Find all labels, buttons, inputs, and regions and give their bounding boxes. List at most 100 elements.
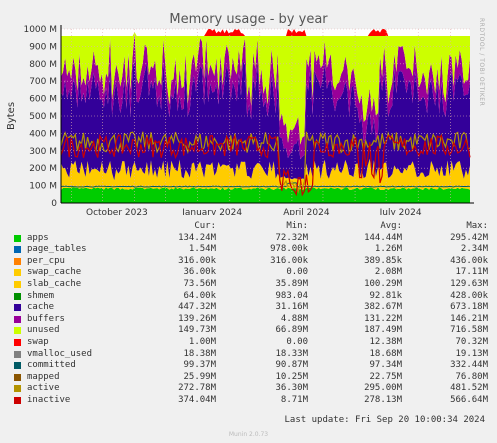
- legend-avg: 18.68M: [369, 348, 402, 359]
- legend-row-vmalloc-used: vmalloc_used 18.38M 18.33M 18.68M 19.13M: [14, 349, 489, 361]
- legend-min: 4.88M: [280, 313, 308, 324]
- legend-swatch: [14, 373, 21, 381]
- legend-avg: 92.81k: [369, 290, 402, 301]
- legend-min: 10.25M: [275, 371, 308, 382]
- legend-cur: 64.00k: [183, 290, 216, 301]
- legend-row-slab-cache: slab_cache 73.56M 35.89M 100.29M 129.63M: [14, 279, 489, 291]
- legend-row-committed: committed 99.37M 90.87M 97.34M 332.44M: [14, 360, 489, 372]
- legend-max: 19.13M: [455, 348, 488, 359]
- legend-min: 978.00k: [270, 244, 308, 255]
- legend-max: 70.32M: [455, 336, 488, 347]
- y-tick-label: 800 M: [29, 60, 57, 70]
- legend-swatch: [14, 234, 21, 242]
- legend-swatch: [14, 292, 21, 300]
- legend-max: 129.63M: [450, 278, 488, 289]
- legend-avg: 12.38M: [369, 336, 402, 347]
- legend-cur: 1.00M: [188, 336, 216, 347]
- legend-row-swap-cache: swap_cache 36.00k 0.00 2.08M 17.11M: [14, 267, 489, 279]
- legend-row-inactive: inactive 374.04M 8.71M 278.13M 566.64M: [14, 395, 489, 407]
- rrdtool-credit: RRDTOOL / TOBI OETIKER: [478, 18, 485, 107]
- legend-cur: 272.78M: [178, 383, 216, 394]
- legend-max: 332.44M: [450, 360, 488, 371]
- legend-name: per_cpu: [27, 255, 65, 266]
- legend-swatch: [14, 269, 21, 277]
- legend-max: 295.42M: [450, 232, 488, 243]
- legend-avg: 187.49M: [364, 325, 402, 336]
- y-tick-label: 500 M: [29, 112, 57, 122]
- legend-min: 0.00: [286, 336, 308, 347]
- legend-min: 983.04: [275, 290, 308, 301]
- legend-row-swap: swap 1.00M 0.00 12.38M 70.32M: [14, 337, 489, 349]
- legend-swatch: [14, 350, 21, 358]
- legend-avg: 1.26M: [374, 244, 402, 255]
- legend-cur: 73.56M: [183, 278, 216, 289]
- legend-avg: 382.67M: [364, 302, 402, 313]
- legend-swatch: [14, 396, 21, 404]
- chart-title: Memory usage - by year: [169, 12, 328, 27]
- legend-max: 428.00k: [450, 290, 488, 301]
- y-tick-label: 200 M: [29, 164, 57, 174]
- legend-avg: 22.75M: [369, 371, 402, 382]
- legend-avg: 389.85k: [364, 255, 402, 266]
- legend-min: 90.87M: [275, 360, 308, 371]
- legend-max: 146.21M: [450, 313, 488, 324]
- x-tick-label: October 2023: [86, 208, 148, 215]
- legend-max: 76.80M: [455, 371, 488, 382]
- legend-avg: 295.00M: [364, 383, 402, 394]
- y-tick-label: 0: [51, 199, 57, 209]
- legend-min: 18.33M: [275, 348, 308, 359]
- legend-row-buffers: buffers 139.26M 4.88M 131.22M 146.21M: [14, 314, 489, 326]
- legend-max: 17.11M: [455, 267, 488, 278]
- y-tick-label: 400 M: [29, 129, 57, 139]
- y-tick-label: 900 M: [29, 42, 57, 52]
- legend-name: inactive: [27, 394, 71, 405]
- legend-cur: 374.04M: [178, 394, 216, 405]
- legend-row-cache: cache 447.32M 31.16M 382.67M 673.18M: [14, 302, 489, 314]
- legend-row-per-cpu: per_cpu 316.00k 316.00k 389.85k 436.00k: [14, 256, 489, 268]
- legend-max: 716.58M: [450, 325, 488, 336]
- legend-swatch: [14, 362, 21, 370]
- legend-cur: 25.99M: [183, 371, 216, 382]
- legend-name: slab_cache: [27, 278, 82, 289]
- legend-rows: apps 134.24M 72.32M 144.44M 295.42M page_tabl…: [14, 233, 489, 407]
- legend-cur: 149.73M: [178, 325, 216, 336]
- legend-min: 66.89M: [275, 325, 308, 336]
- legend-name: vmalloc_used: [27, 348, 93, 359]
- legend-swatch: [14, 257, 21, 265]
- legend-cur: 316.00k: [178, 255, 216, 266]
- legend-row-shmem: shmem 64.00k 983.04 92.81k 428.00k: [14, 291, 489, 303]
- legend-swatch: [14, 327, 21, 335]
- legend-header-avg: Avg:: [380, 221, 402, 231]
- legend-swatch: [14, 338, 21, 346]
- legend-name: swap_cache: [27, 267, 82, 278]
- legend-name: swap: [27, 336, 49, 347]
- x-tick-label: July 2024: [379, 208, 422, 215]
- legend-name: active: [27, 383, 60, 394]
- legend-cur: 134.24M: [178, 232, 216, 243]
- x-tick-label: April 2024: [283, 208, 330, 215]
- legend-swatch: [14, 385, 21, 393]
- legend-header-cur: Cur:: [194, 221, 216, 231]
- legend-min: 36.30M: [275, 383, 308, 394]
- last-update: Last update: Fri Sep 20 10:00:34 2024: [284, 415, 485, 425]
- legend-row-page-tables: page_tables 1.54M 978.00k 1.26M 2.34M: [14, 244, 489, 256]
- legend-row-unused: unused 149.73M 66.89M 187.49M 716.58M: [14, 325, 489, 337]
- legend-header: Cur: Min: Avg: Max:: [14, 221, 489, 233]
- y-tick-label: 300 M: [29, 147, 57, 157]
- legend-min: 72.32M: [275, 232, 308, 243]
- y-axis-label: Bytes: [6, 102, 17, 130]
- legend-name: cache: [27, 302, 55, 313]
- legend-cur: 18.38M: [183, 348, 216, 359]
- legend-min: 316.00k: [270, 255, 308, 266]
- legend-avg: 2.08M: [374, 267, 402, 278]
- legend-cur: 447.32M: [178, 302, 216, 313]
- legend-avg: 278.13M: [364, 394, 402, 405]
- legend-row-mapped: mapped 25.99M 10.25M 22.75M 76.80M: [14, 372, 489, 384]
- legend-avg: 144.44M: [364, 232, 402, 243]
- legend-min: 8.71M: [280, 394, 308, 405]
- legend-table: Cur: Min: Avg: Max: apps 134.24M 72.32M 144…: [14, 221, 489, 407]
- legend-min: 35.89M: [275, 278, 308, 289]
- legend-min: 31.16M: [275, 302, 308, 313]
- legend-max: 2.34M: [460, 244, 488, 255]
- legend-name: unused: [27, 325, 60, 336]
